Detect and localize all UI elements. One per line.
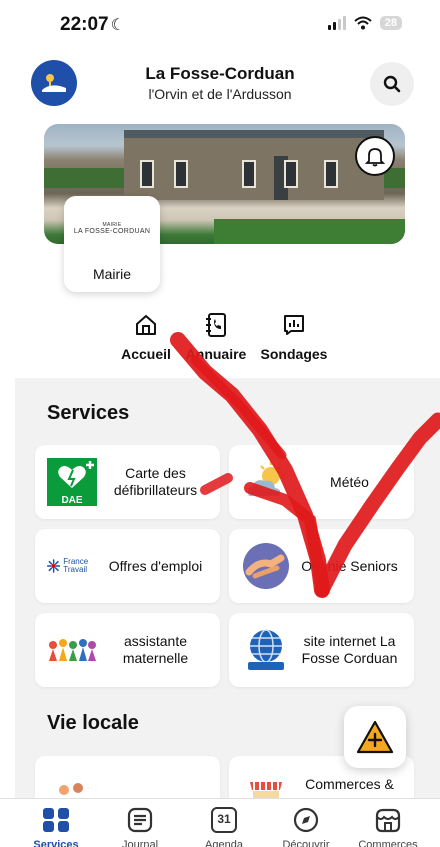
card-ogenie-seniors-label: Ogénie Seniors [301, 557, 398, 574]
card-ogenie-seniors[interactable]: Ogénie Seniors [229, 529, 414, 603]
seniors-icon [241, 542, 291, 590]
nav-commerces[interactable]: Commerces [348, 807, 428, 847]
compass-icon [293, 807, 319, 833]
internet-globe-icon [241, 626, 291, 674]
journal-icon [127, 807, 153, 833]
status-bar: 22:07 ☾ 28 [0, 0, 440, 52]
section-tabs: Accueil Annuaire Sondages [0, 312, 440, 368]
services-title: Services [47, 402, 130, 424]
calendar-icon: 31 [211, 807, 237, 833]
mairie-label: Mairie [92, 266, 132, 282]
bell-icon [364, 148, 386, 167]
tab-accueil-label: Accueil [121, 346, 171, 362]
card-site-internet-label: site internet La Fosse Corduan [301, 633, 398, 666]
nav-decouvrir[interactable]: Découvrir [266, 807, 346, 847]
search-icon [383, 75, 401, 93]
dae-icon: DAE [47, 458, 97, 506]
children-icon [47, 626, 97, 674]
search-button[interactable] [370, 62, 414, 106]
tab-sondages-label: Sondages [260, 346, 328, 362]
battery-icon: 28 [379, 16, 402, 30]
tab-sondages[interactable]: Sondages [258, 312, 330, 362]
nav-agenda-label: Agenda [205, 839, 243, 847]
card-defibrillateurs-label: Carte des défibrillateurs [113, 465, 198, 498]
status-time: 22:07 ☾ [60, 14, 125, 36]
weather-icon [241, 458, 291, 506]
time-text: 22:07 [60, 14, 109, 35]
nav-commerces-label: Commerces [358, 839, 418, 847]
bottom-navigation: Services Journal 31 Agenda Découvrir Com… [0, 798, 440, 847]
card-offres-emploi[interactable]: France Travail Offres d'emploi [35, 529, 220, 603]
card-assistante-maternelle-label: assistante maternelle [122, 633, 189, 666]
mairie-logo-text: LA FOSSE-CORDUAN [73, 228, 151, 235]
tab-annuaire-label: Annuaire [185, 346, 247, 362]
status-indicators: 28 [327, 16, 402, 30]
grid-icon [43, 808, 69, 832]
moon-icon: ☾ [110, 17, 125, 34]
mairie-logo: MAIRIE LA FOSSE-CORDUAN [64, 222, 160, 235]
signal-icon [327, 16, 346, 30]
france-travail-text: France Travail [63, 557, 89, 574]
france-travail-icon: France Travail [47, 542, 97, 590]
battery-level: 28 [384, 17, 397, 29]
home-icon [136, 315, 156, 335]
wifi-icon [354, 16, 372, 30]
nav-services-label: Services [33, 839, 79, 847]
card-defibrillateurs[interactable]: DAE Carte des défibrillateurs [35, 445, 220, 519]
vie-locale-title: Vie locale [47, 712, 139, 734]
phone-book-icon [206, 313, 226, 337]
card-assistante-maternelle[interactable]: assistante maternelle [35, 613, 220, 687]
mairie-card[interactable]: MAIRIE LA FOSSE-CORDUAN Mairie [64, 196, 160, 292]
town-hall-photo [124, 130, 384, 200]
nav-journal-label: Journal [121, 839, 159, 847]
warning-add-icon [356, 720, 394, 754]
card-meteo-label: Météo [330, 473, 369, 490]
app-header: La Fosse-Corduan l'Orvin et de l'Ardusso… [0, 60, 440, 112]
nav-agenda[interactable]: 31 Agenda [184, 807, 264, 847]
tab-accueil[interactable]: Accueil [118, 312, 174, 362]
nav-journal[interactable]: Journal [100, 807, 180, 847]
svg-text:DAE: DAE [61, 495, 82, 506]
nav-services[interactable]: Services [16, 807, 96, 847]
poll-icon [284, 315, 304, 335]
card-offres-emploi-label: Offres d'emploi [108, 557, 203, 574]
nav-decouvrir-label: Découvrir [282, 839, 330, 847]
card-meteo[interactable]: Météo [229, 445, 414, 519]
card-site-internet[interactable]: site internet La Fosse Corduan [229, 613, 414, 687]
tab-annuaire[interactable]: Annuaire [184, 312, 248, 362]
report-alert-button[interactable] [344, 706, 406, 768]
store-icon [375, 808, 401, 833]
notifications-button[interactable] [355, 136, 395, 176]
